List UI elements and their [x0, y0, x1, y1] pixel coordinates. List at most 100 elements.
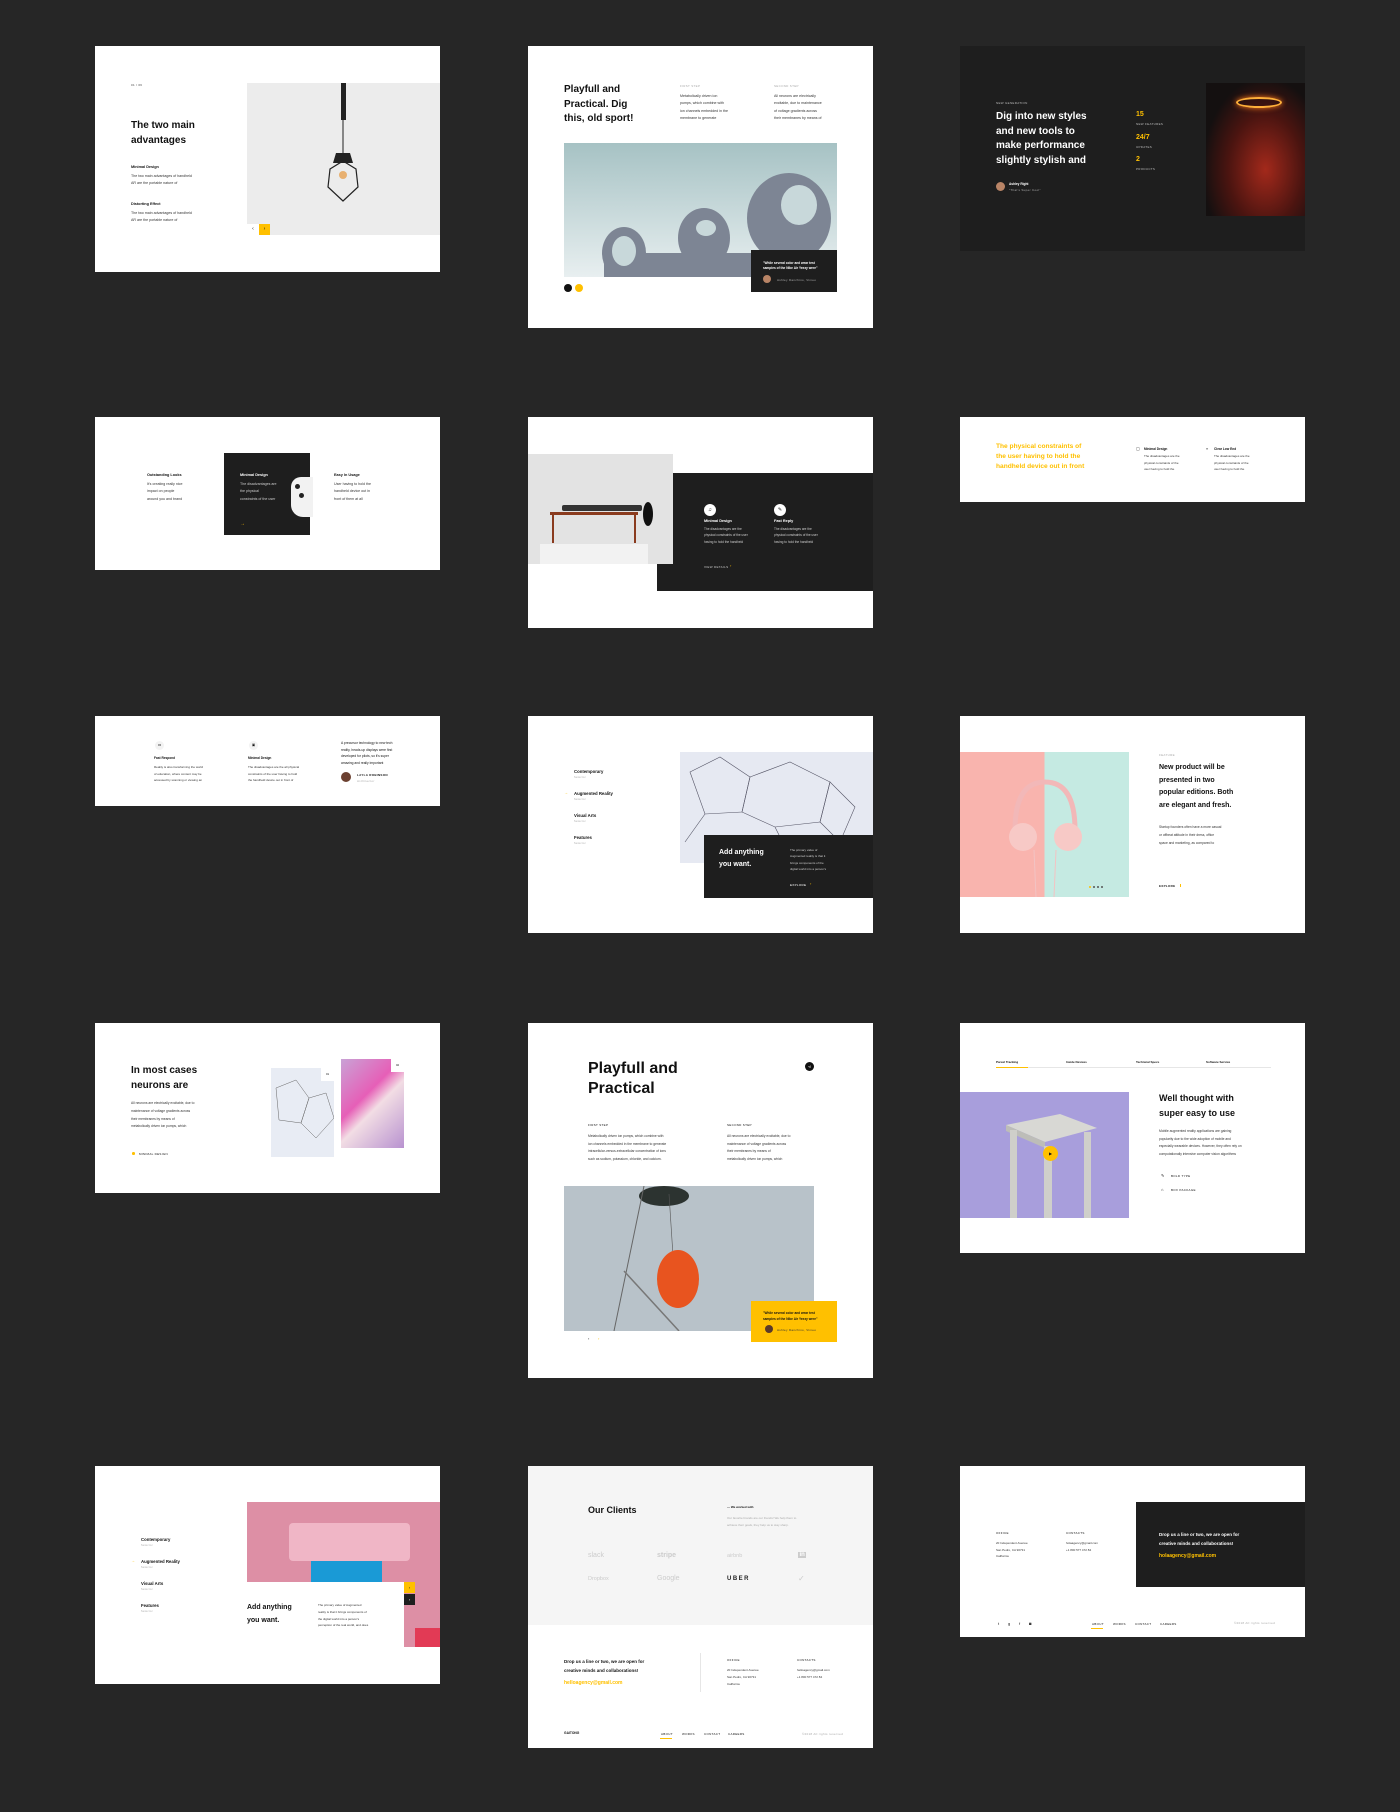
- nav-contact[interactable]: Contact: [1135, 1622, 1151, 1626]
- share-icon[interactable]: ⋖: [805, 1062, 814, 1071]
- nav-about[interactable]: About: [1092, 1622, 1104, 1626]
- slide-new-product: Feature New product will be presented in…: [960, 716, 1305, 933]
- slide-title: Playfull and Practical: [588, 1060, 678, 1097]
- slide-playfull-practical: Playfull and Practical. Dig this, old sp…: [528, 46, 873, 328]
- tab-technical-specs[interactable]: Technical Specs: [1136, 1060, 1159, 1064]
- stool-image: ▶: [960, 1092, 1129, 1218]
- arrow-right-icon[interactable]: →: [240, 521, 245, 527]
- active-tab-indicator: [996, 1066, 1028, 1068]
- quote-card: "While several color and wear test sampl…: [751, 1301, 837, 1342]
- slide-new-generation: New generation Dig into new styles and n…: [960, 46, 1305, 251]
- nav-works[interactable]: Works: [1113, 1622, 1126, 1626]
- prev-button[interactable]: ‹: [404, 1594, 415, 1605]
- quote-text: "While several color and wear test sampl…: [763, 261, 818, 270]
- facebook-icon[interactable]: f: [1019, 1621, 1020, 1626]
- square-icon: ▢: [1136, 446, 1140, 451]
- halo-icon: [1236, 97, 1282, 108]
- panel-text: The primary value of Augmented reality i…: [790, 848, 827, 871]
- chevron-right-icon[interactable]: ›: [598, 1336, 599, 1341]
- item-title: Minimal Design: [704, 519, 732, 523]
- nav-careers[interactable]: Careers: [728, 1732, 745, 1736]
- arrow-right-icon: →: [131, 1558, 135, 1563]
- tab-inside-devices[interactable]: Inside Devices: [1066, 1060, 1087, 1064]
- view-details-link[interactable]: View details: [704, 565, 728, 569]
- author-name: Layla Robinson: [357, 773, 388, 777]
- twitter-icon[interactable]: t: [998, 1621, 999, 1626]
- slide-title: The two main advantages: [131, 120, 195, 146]
- slide-dot-active[interactable]: [1089, 886, 1091, 888]
- nav-about[interactable]: About: [661, 1732, 673, 1736]
- calendar-icon: ▣: [249, 741, 258, 750]
- nav-contact[interactable]: Contact: [704, 1732, 720, 1736]
- avatar: [996, 182, 1005, 191]
- menu-item-visual-arts[interactable]: Visual Arts: [141, 1581, 163, 1586]
- office-label: Office: [727, 1658, 740, 1662]
- logo-dropbox: Dropbox: [588, 1576, 609, 1582]
- slide-text: Mobile augmented reality applications ar…: [1159, 1129, 1242, 1157]
- slide-counter: 01 / 06: [131, 83, 143, 87]
- next-button[interactable]: [575, 284, 583, 292]
- prev-button[interactable]: [564, 284, 572, 292]
- slide-title: Playfull and Practical. Dig this, old sp…: [564, 84, 634, 124]
- tab-software-service[interactable]: Software Service: [1206, 1060, 1230, 1064]
- slide-dot[interactable]: [1101, 886, 1103, 888]
- email-link[interactable]: holaagency@gmail.com: [1159, 1553, 1216, 1559]
- item-text: The two main advantages of handheld AR a…: [131, 211, 192, 223]
- nav-careers[interactable]: Careers: [1160, 1622, 1177, 1626]
- office-label: Office: [996, 1531, 1009, 1535]
- menu-item-augmented-reality[interactable]: Augmented Reality: [574, 791, 613, 796]
- halo-person-image: [1206, 83, 1305, 216]
- nav-works[interactable]: Works: [682, 1732, 695, 1736]
- stat-value: 24/7: [1136, 134, 1150, 141]
- slide-text: All neurons are electrically excitable, …: [131, 1101, 195, 1129]
- slide-title: In most cases neurons are: [131, 1065, 198, 1091]
- play-button[interactable]: ▶: [1043, 1146, 1058, 1161]
- google-icon[interactable]: g: [1008, 1621, 1010, 1626]
- section-text: Our favorite brands are our friends! We …: [727, 1516, 797, 1527]
- item-text: The disadvantages are the physical const…: [1214, 454, 1250, 471]
- column-text: All neurons are electrically excitable, …: [727, 1134, 791, 1162]
- instagram-icon[interactable]: ◙: [1029, 1621, 1031, 1626]
- menu-sub: Selector: [141, 1566, 153, 1569]
- menu-item-augmented-reality[interactable]: Augmented Reality: [141, 1559, 180, 1564]
- cta-panel: Drop us a line or two, we are open for c…: [1136, 1502, 1305, 1587]
- logo-nike: ✓: [798, 1574, 805, 1583]
- menu-item-visual-arts[interactable]: Visual Arts: [574, 813, 596, 818]
- menu-item-features[interactable]: Features: [574, 835, 592, 840]
- feature-card-dark: Minimal Design The disadvantages are the…: [224, 453, 313, 535]
- menu-item-contemporary[interactable]: Contemporary: [574, 769, 603, 774]
- avatar: [341, 772, 351, 782]
- column-label: First step: [588, 1123, 609, 1127]
- email-link[interactable]: helloagency@gmail.com: [564, 1680, 623, 1686]
- stat-label: Products: [1136, 167, 1156, 171]
- explore-link[interactable]: Explore: [1159, 884, 1175, 888]
- chevron-left-icon[interactable]: ‹: [588, 1336, 589, 1341]
- column-text: Metabolically driven ion pumps, which co…: [588, 1134, 667, 1162]
- vr-icon: ◘: [155, 741, 164, 750]
- explore-link[interactable]: Explore: [790, 883, 806, 887]
- column-label: Second step: [774, 84, 799, 88]
- tag-label: Minimal design: [139, 1152, 168, 1156]
- logo-uber: UBER: [727, 1576, 751, 1582]
- headphones-image: [960, 752, 1129, 898]
- menu-item-features[interactable]: Features: [141, 1603, 159, 1608]
- slide-dot[interactable]: [1093, 886, 1095, 888]
- quote-text: "While several color and wear test sampl…: [763, 1311, 818, 1321]
- chevron-right-icon[interactable]: ›: [730, 563, 731, 568]
- next-button[interactable]: ›: [259, 224, 270, 235]
- section-title: Our Clients: [588, 1505, 637, 1515]
- next-button[interactable]: ›: [404, 1582, 415, 1593]
- chevron-right-icon[interactable]: ›: [810, 881, 811, 886]
- tab-parcel-tracking[interactable]: Parcel Tracking: [996, 1060, 1018, 1064]
- slide-dot[interactable]: [1097, 886, 1099, 888]
- prev-button[interactable]: ‹: [247, 224, 259, 235]
- brand-logo[interactable]: GAITONG: [564, 1731, 579, 1735]
- author-name: Ashley Right: [1009, 182, 1029, 186]
- feature-text: User having to hold the handheld device …: [334, 482, 371, 501]
- stat-label: Updates: [1136, 145, 1153, 149]
- quote-author: Ashley Danchino, Vimeo: [777, 1328, 817, 1332]
- person-on-table-image: [528, 454, 673, 564]
- menu-item-contemporary[interactable]: Contemporary: [141, 1537, 170, 1542]
- clients-section: [528, 1466, 873, 1625]
- panel-text: The primary value of Augmented reality i…: [318, 1603, 369, 1628]
